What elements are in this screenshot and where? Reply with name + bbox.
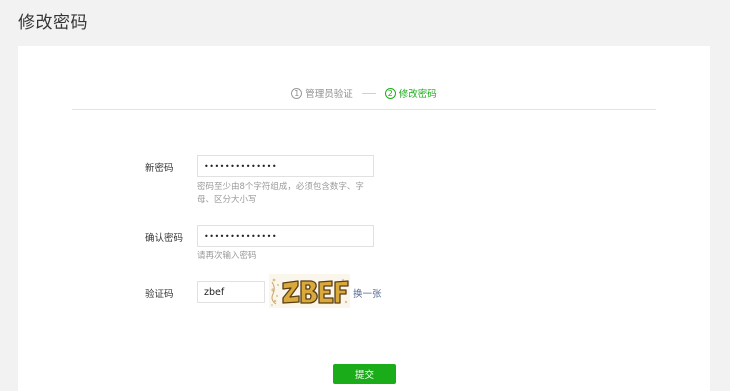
new-password-field[interactable]	[197, 155, 374, 177]
page-title: 修改密码	[18, 13, 88, 33]
refresh-captcha-link[interactable]: 换一张	[353, 286, 382, 300]
step-number-1: 1	[291, 87, 303, 99]
step-indicator: 1 管理员验证 2 修改密码	[18, 86, 710, 100]
new-password-hint: 密码至少由8个字符组成，必须包含数字、字 母、区分大小写	[197, 181, 364, 207]
new-password-label: 新密码	[145, 163, 174, 174]
divider	[72, 109, 656, 110]
step-number-2: 2	[384, 87, 396, 99]
confirm-password-label: 确认密码	[145, 233, 184, 244]
submit-button[interactable]: 提交	[333, 364, 396, 384]
captcha-image	[269, 274, 350, 308]
step-admin-verify: 1 管理员验证	[291, 86, 353, 100]
captcha-field[interactable]	[197, 281, 265, 303]
captcha-label: 验证码	[145, 289, 174, 300]
step-change-password: 2 修改密码	[384, 86, 437, 100]
step-connector	[361, 92, 376, 94]
confirm-password-field[interactable]	[197, 225, 374, 247]
form-card: 1 管理员验证 2 修改密码 新密码 密码至少由8个字符组成，必须包含数字、字 …	[18, 46, 710, 391]
confirm-password-hint: 请再次输入密码	[197, 251, 257, 261]
step-label: 管理员验证	[305, 89, 353, 100]
hint-line: 密码至少由8个字符组成，必须包含数字、字	[197, 182, 364, 192]
step-label: 修改密码	[398, 89, 437, 100]
hint-line: 母、区分大小写	[197, 195, 257, 205]
